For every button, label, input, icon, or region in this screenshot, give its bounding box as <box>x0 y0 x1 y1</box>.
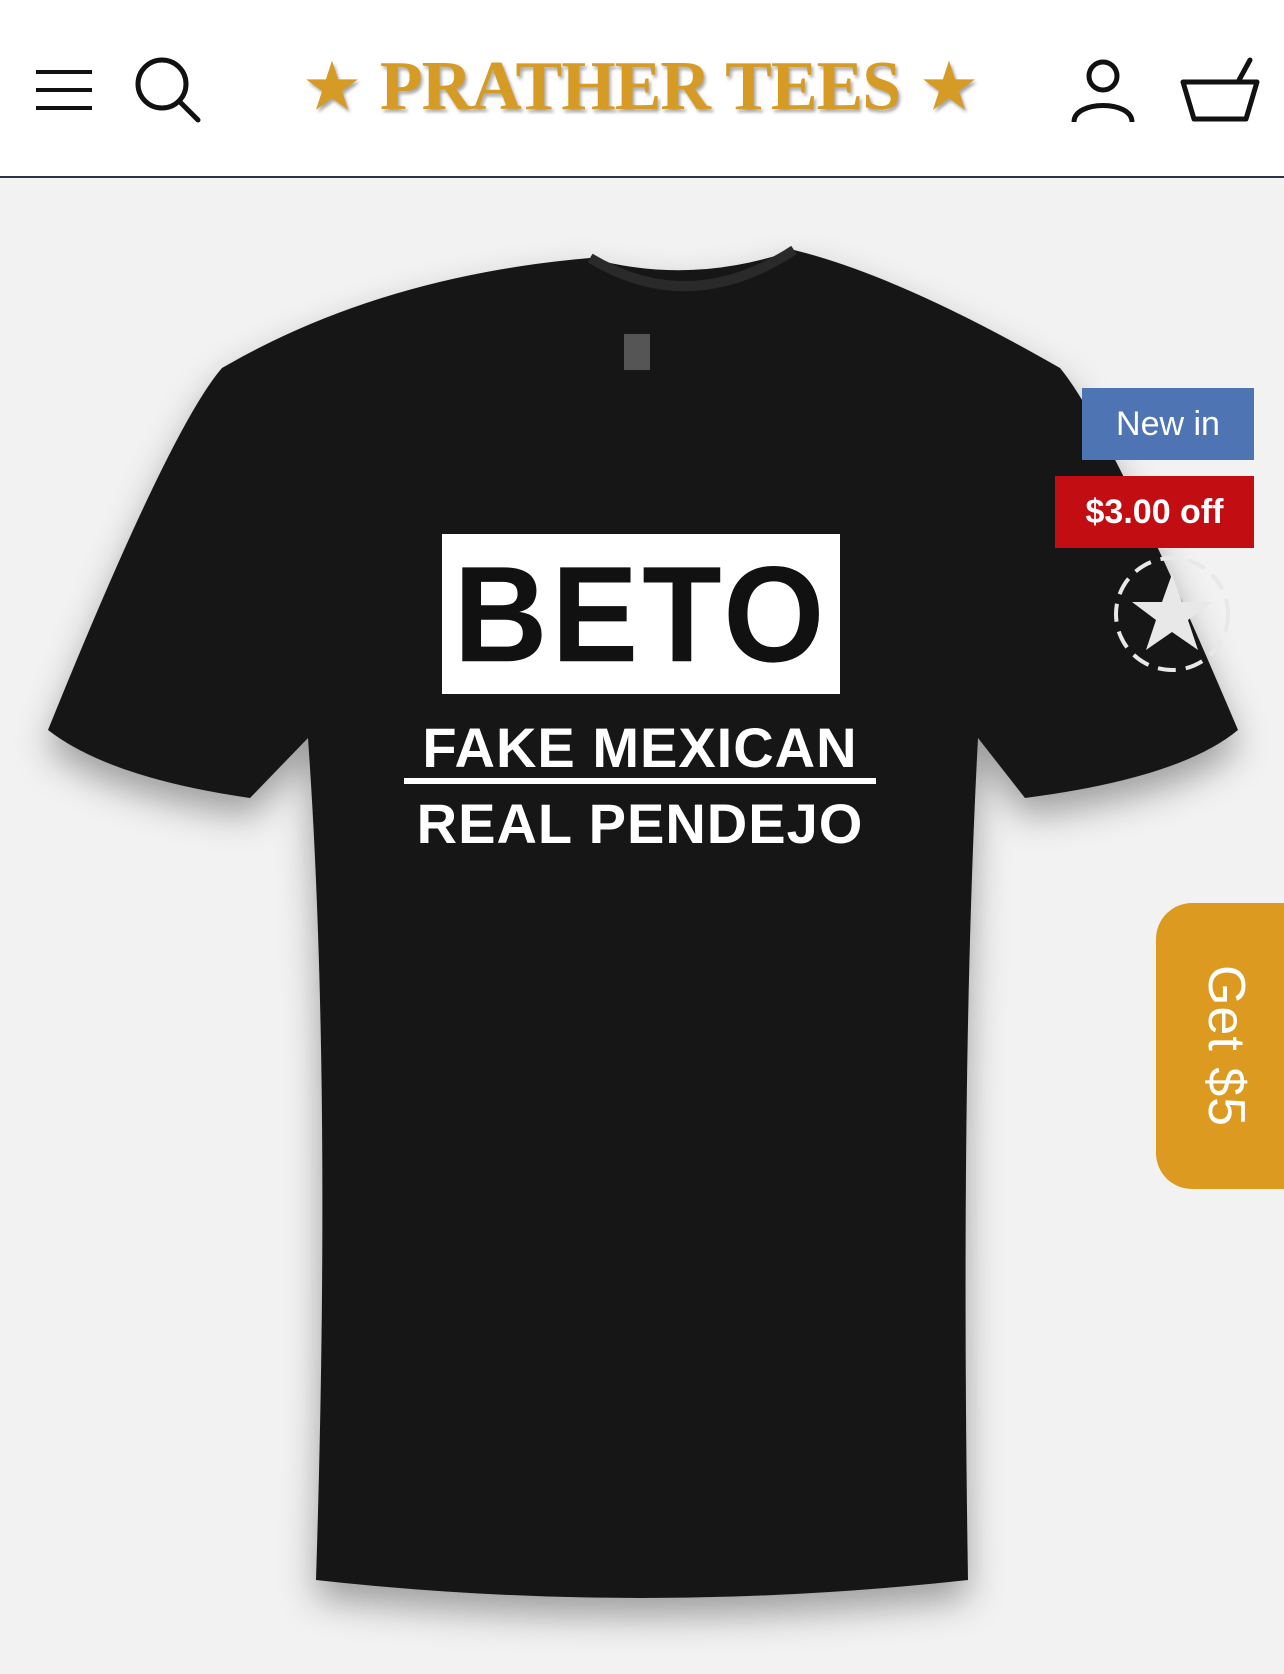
basket-button[interactable] <box>1180 56 1260 122</box>
menu-icon <box>36 70 92 110</box>
menu-button[interactable] <box>34 66 94 114</box>
product-image[interactable]: BETO FAKE MEXICAN REAL PENDEJO New in $3… <box>0 178 1284 1674</box>
new-in-badge: New in <box>1082 388 1254 460</box>
search-icon <box>135 57 201 123</box>
logo-text: PRATHER TEES <box>379 48 901 125</box>
site-logo[interactable]: ★ PRATHER TEES ★ <box>305 42 976 132</box>
promo-label: Get $5 <box>1197 964 1255 1128</box>
search-button[interactable] <box>132 54 204 126</box>
tshirt-shape <box>48 250 1238 1598</box>
logo-star-right: ★ <box>922 54 976 120</box>
site-header: ★ PRATHER TEES ★ <box>0 0 1284 178</box>
tshirt-neck-label <box>624 334 650 370</box>
basket-icon <box>1180 57 1260 122</box>
logo-star-left: ★ <box>305 54 359 120</box>
promo-tab[interactable]: Get $5 <box>1156 903 1284 1189</box>
discount-badge: $3.00 off <box>1055 476 1254 548</box>
account-icon <box>1071 59 1135 123</box>
account-button[interactable] <box>1068 56 1138 126</box>
